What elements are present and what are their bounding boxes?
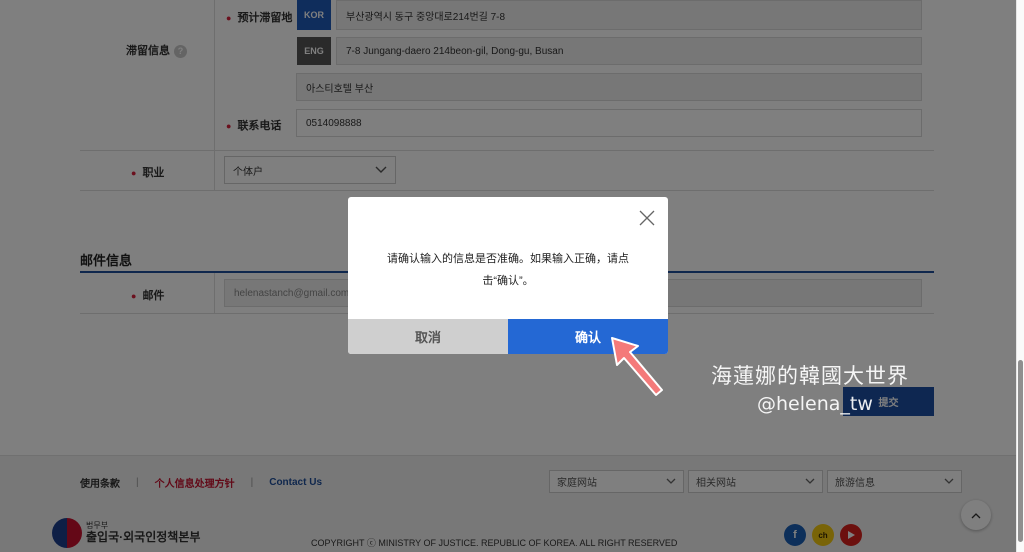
scrollbar[interactable]: [1016, 0, 1024, 552]
pointer-arrow-icon: [611, 337, 663, 396]
cancel-button[interactable]: 取消: [348, 319, 508, 354]
dialog-message-line: 请确认输入的信息是否准确。如果输入正确，请点: [387, 253, 629, 265]
watermark-handle: @helena_tw: [757, 393, 873, 415]
scrollbar-thumb[interactable]: [1018, 360, 1023, 542]
dialog-message: 请确认输入的信息是否准确。如果输入正确，请点 击“确认”。: [368, 248, 648, 292]
dialog-message-line: 击“确认”。: [482, 275, 534, 287]
watermark-title: 海蓮娜的韓國大世界: [711, 364, 909, 388]
close-icon[interactable]: [638, 209, 656, 227]
